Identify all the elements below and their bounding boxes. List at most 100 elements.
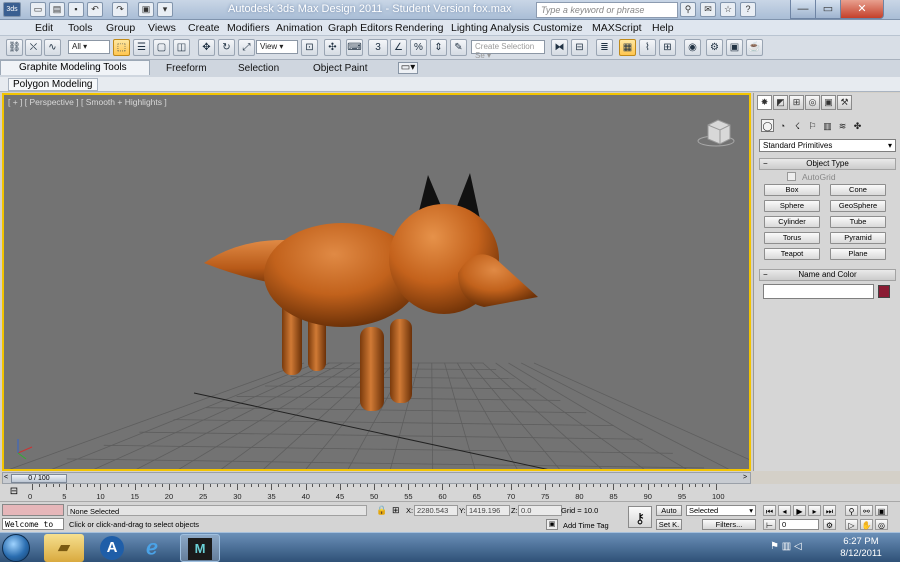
select-object-icon[interactable]: ⬚ [113, 39, 130, 56]
menu-lighting-analysis[interactable]: Lighting Analysis [451, 22, 529, 34]
cone-button[interactable]: Cone [830, 184, 886, 196]
go-to-start-icon[interactable]: ⏮ [763, 505, 776, 516]
percent-snap-icon[interactable]: % [410, 39, 427, 56]
utilities-tab-icon[interactable]: ⚒ [837, 95, 852, 110]
primitive-category-dropdown[interactable]: Standard Primitives ▾ [759, 139, 896, 152]
menu-graph-editors[interactable]: Graph Editors [328, 22, 393, 34]
network-icon[interactable]: ▥ [782, 541, 791, 552]
menu-tools[interactable]: Tools [68, 22, 93, 34]
teapot-button[interactable]: Teapot [764, 248, 820, 260]
key-mode-toggle-icon[interactable]: ⊢ [763, 519, 776, 530]
select-and-move-icon[interactable]: ✥ [198, 39, 215, 56]
viewport-label[interactable]: [ + ] [ Perspective ] [ Smooth + Highlig… [8, 97, 167, 107]
quick-access-dropdown-icon[interactable]: ▾ [157, 2, 173, 17]
save-file-icon[interactable]: ▪ [68, 2, 84, 17]
ribbon-options-icon[interactable]: ▭▾ [398, 62, 418, 74]
tab-selection[interactable]: Selection [238, 63, 279, 74]
object-name-field[interactable] [763, 284, 874, 299]
communication-center-icon[interactable]: ✉ [700, 2, 716, 17]
layer-manager-icon[interactable]: ≣ [596, 39, 613, 56]
tab-graphite-modeling-tools[interactable]: Graphite Modeling Tools [0, 60, 150, 75]
menu-modifiers[interactable]: Modifiers [227, 22, 270, 34]
search-input[interactable]: Type a keyword or phrase [536, 2, 678, 18]
menu-views[interactable]: Views [148, 22, 176, 34]
current-frame-field[interactable]: 0 [779, 519, 819, 530]
key-filters-button[interactable]: Filters... [702, 519, 756, 530]
project-folder-icon[interactable]: ▣ [138, 2, 154, 17]
rendered-frame-window-icon[interactable]: ▣ [726, 39, 743, 56]
previous-frame-icon[interactable]: ◂ [778, 505, 791, 516]
pyramid-button[interactable]: Pyramid [830, 232, 886, 244]
name-and-color-rollout[interactable]: − Name and Color [759, 269, 896, 281]
cameras-icon[interactable]: ⚐ [806, 119, 819, 132]
redo-icon[interactable]: ↷ [112, 2, 128, 17]
auto-key-button[interactable]: Auto [656, 505, 682, 516]
keyboard-shortcut-override-icon[interactable]: ⌨ [346, 39, 363, 56]
space-warps-icon[interactable]: ≋ [836, 119, 849, 132]
select-and-link-icon[interactable]: ⛓ [6, 39, 23, 56]
perspective-viewport[interactable]: [ + ] [ Perspective ] [ Smooth + Highlig… [2, 93, 751, 471]
viewcube-icon[interactable] [697, 119, 735, 147]
zoom-extents-icon[interactable]: ▣ [875, 505, 888, 516]
rectangular-selection-icon[interactable]: ▢ [153, 39, 170, 56]
pivot-center-icon[interactable]: ⊡ [301, 39, 318, 56]
clock[interactable]: 6:27 PM 8/12/2011 [836, 536, 886, 560]
flag-icon[interactable]: ⚑ [770, 541, 779, 552]
curve-editor-icon[interactable]: ⌇ [639, 39, 656, 56]
menu-rendering[interactable]: Rendering [395, 22, 443, 34]
motion-tab-icon[interactable]: ◎ [805, 95, 820, 110]
menu-create[interactable]: Create [188, 22, 220, 34]
tab-object-paint[interactable]: Object Paint [313, 63, 367, 74]
unlink-icon[interactable]: ⛌ [25, 39, 42, 56]
polygon-modeling-panel[interactable]: Polygon Modeling [8, 78, 98, 91]
snaps-toggle-icon[interactable]: 3 [368, 39, 388, 56]
time-slider[interactable]: < 0 / 100 > [2, 472, 751, 484]
select-and-scale-icon[interactable]: ⤢ [238, 39, 255, 56]
zoom-all-icon[interactable]: ⚯ [860, 505, 873, 516]
render-production-icon[interactable]: ☕ [746, 39, 763, 56]
close-button[interactable]: ✕ [840, 0, 884, 19]
time-tag-icon[interactable]: ▣ [546, 519, 558, 530]
set-key-icon[interactable]: ⚷ [628, 506, 652, 528]
menu-animation[interactable]: Animation [276, 22, 323, 34]
named-selection-dropdown[interactable]: Create Selection Se ▾ [471, 40, 545, 60]
start-button[interactable] [2, 534, 30, 562]
angle-snap-icon[interactable]: ∠ [390, 39, 407, 56]
y-coordinate-field[interactable]: 1419.196 [466, 505, 510, 516]
schematic-view-icon[interactable]: ⊞ [659, 39, 676, 56]
plane-button[interactable]: Plane [830, 248, 886, 260]
set-key-button[interactable]: Set K. [656, 519, 682, 530]
selection-filter-dropdown[interactable]: All ▾ [68, 40, 110, 54]
internet-explorer-icon[interactable]: ℯ [132, 534, 172, 562]
tube-button[interactable]: Tube [830, 216, 886, 228]
helpers-icon[interactable]: ▥ [821, 119, 834, 132]
next-frame-icon[interactable]: ▸ [808, 505, 821, 516]
hierarchy-tab-icon[interactable]: ⊞ [789, 95, 804, 110]
display-tab-icon[interactable]: ▣ [821, 95, 836, 110]
zoom-icon[interactable]: ⚲ [845, 505, 858, 516]
geosphere-button[interactable]: GeoSphere [830, 200, 886, 212]
edit-named-selection-icon[interactable]: ✎ [450, 39, 467, 56]
select-and-manipulate-icon[interactable]: ✣ [324, 39, 341, 56]
pan-icon[interactable]: ✋ [860, 519, 873, 530]
modify-tab-icon[interactable]: ◩ [773, 95, 788, 110]
maxscript-listener-mini[interactable] [2, 504, 64, 516]
maxscript-welcome-text[interactable]: Welcome to [2, 518, 64, 530]
graphite-modeling-toggle-icon[interactable]: ▦ [619, 39, 636, 56]
reference-coordinate-dropdown[interactable]: View ▾ [256, 40, 298, 54]
menu-customize[interactable]: Customize [533, 22, 583, 34]
3dsmax-icon[interactable]: M [180, 534, 220, 562]
tab-freeform[interactable]: Freeform [166, 63, 207, 74]
systems-icon[interactable]: ✤ [851, 119, 864, 132]
minimize-button[interactable]: — [790, 0, 816, 19]
favorites-star-icon[interactable]: ☆ [720, 2, 736, 17]
mirror-icon[interactable]: ⧓ [551, 39, 568, 56]
absolute-mode-icon[interactable]: ⊞ [392, 505, 400, 516]
add-time-tag[interactable]: Add Time Tag [563, 521, 609, 530]
volume-icon[interactable]: ◁ [794, 541, 802, 552]
autogrid-checkbox[interactable] [787, 172, 796, 181]
track-bar[interactable]: ⊟ 0 5 10 15 20 25 30 35 40 45 50 55 60 65 70 75 80 85 90 95… [0, 484, 900, 502]
open-file-icon[interactable]: ▤ [49, 2, 65, 17]
bind-space-warp-icon[interactable]: ∿ [44, 39, 61, 56]
maximize-button[interactable]: ▭ [815, 0, 841, 19]
